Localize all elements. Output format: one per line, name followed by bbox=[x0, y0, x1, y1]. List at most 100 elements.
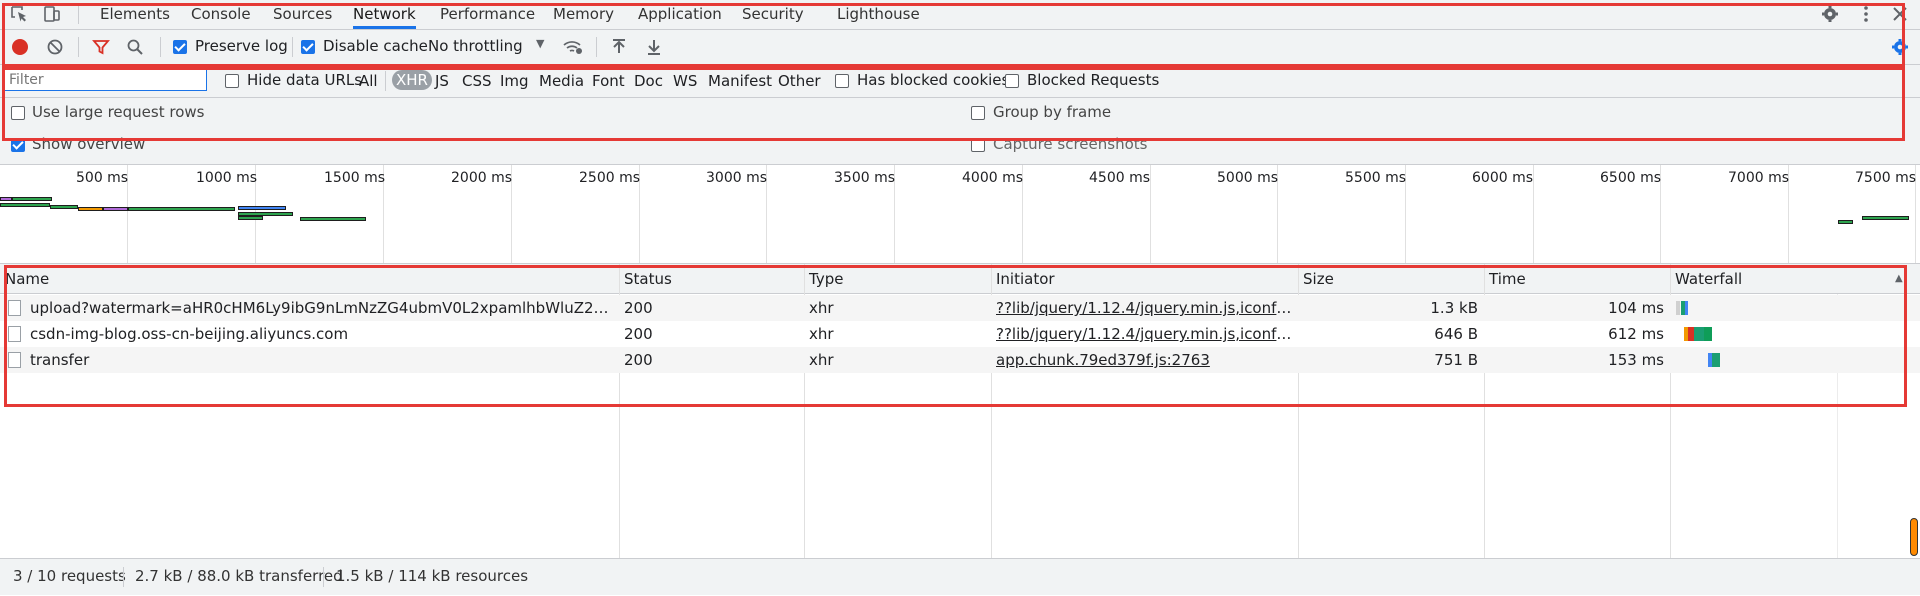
has-blocked-cookies-checkbox[interactable] bbox=[835, 74, 849, 88]
overview-tick-label: 7500 ms bbox=[1855, 170, 1917, 186]
overview-request-bar bbox=[103, 207, 128, 211]
overview-tick-label: 7000 ms bbox=[1728, 170, 1790, 186]
large-request-rows-checkbox[interactable] bbox=[11, 106, 25, 120]
overview-tick-label: 5500 ms bbox=[1345, 170, 1407, 186]
overview-tick-label: 4500 ms bbox=[1089, 170, 1151, 186]
overview-request-bar bbox=[12, 197, 52, 201]
network-settings-gear-icon[interactable] bbox=[1890, 38, 1910, 60]
import-har-upload-icon[interactable] bbox=[610, 38, 628, 60]
vertical-scrollbar-thumb[interactable] bbox=[1910, 518, 1918, 556]
overview-tick-label: 500 ms bbox=[76, 170, 129, 186]
request-time: 104 ms bbox=[1608, 299, 1664, 317]
column-header-type[interactable]: Type bbox=[804, 264, 991, 294]
blocked-requests-label: Blocked Requests bbox=[1027, 71, 1160, 89]
overview-request-bar bbox=[238, 216, 263, 220]
more-options-icon[interactable] bbox=[1856, 5, 1876, 23]
inspect-element-icon[interactable] bbox=[10, 5, 30, 23]
column-header-waterfall[interactable]: Waterfall bbox=[1670, 264, 1920, 294]
request-time: 153 ms bbox=[1608, 351, 1664, 369]
column-header-status[interactable]: Status bbox=[619, 264, 804, 294]
table-row[interactable]: transfer 200 xhr app.chunk.79ed379f.js:2… bbox=[0, 347, 1920, 373]
overview-tick-label: 3000 ms bbox=[706, 170, 768, 186]
column-header-time[interactable]: Time bbox=[1484, 264, 1670, 294]
type-filter-manifest[interactable]: Manifest bbox=[708, 72, 772, 90]
type-filter-css[interactable]: CSS bbox=[462, 72, 492, 90]
overview-request-bar bbox=[1862, 216, 1909, 220]
tab-console[interactable]: Console bbox=[191, 0, 251, 29]
record-icon[interactable] bbox=[12, 39, 28, 55]
type-filter-js[interactable]: JS bbox=[435, 72, 449, 90]
tab-performance[interactable]: Performance bbox=[440, 0, 535, 29]
disable-cache-checkbox[interactable] bbox=[301, 40, 315, 54]
tab-memory[interactable]: Memory bbox=[553, 0, 614, 29]
tab-lighthouse[interactable]: Lighthouse bbox=[837, 0, 920, 29]
group-by-frame-checkbox[interactable] bbox=[971, 106, 985, 120]
group-by-frame-label: Group by frame bbox=[993, 103, 1112, 121]
request-file-icon bbox=[8, 300, 21, 316]
overview-request-bar bbox=[300, 217, 366, 221]
column-header-initiator[interactable]: Initiator bbox=[991, 264, 1298, 294]
search-icon[interactable] bbox=[126, 38, 144, 60]
column-header-name[interactable]: Name bbox=[0, 264, 619, 294]
close-devtools-icon[interactable] bbox=[1890, 5, 1910, 23]
waterfall-segment-waiting bbox=[1712, 353, 1720, 367]
status-separator bbox=[123, 567, 124, 587]
blocked-requests-checkbox[interactable] bbox=[1005, 74, 1019, 88]
device-toolbar-icon[interactable] bbox=[42, 5, 62, 23]
overview-request-bar bbox=[238, 206, 286, 210]
tab-application[interactable]: Application bbox=[638, 0, 722, 29]
transferred-size: 2.7 kB / 88.0 kB transferred bbox=[135, 567, 343, 585]
capture-screenshots-checkbox[interactable] bbox=[971, 138, 985, 152]
overview-request-bar bbox=[78, 207, 103, 211]
throttling-dropdown-arrow-icon[interactable]: ▼ bbox=[536, 37, 544, 50]
settings-gear-icon[interactable] bbox=[1820, 5, 1840, 23]
request-size: 646 B bbox=[1434, 325, 1478, 343]
type-filter-doc[interactable]: Doc bbox=[634, 72, 663, 90]
request-status: 200 bbox=[624, 351, 653, 369]
large-request-rows-label: Use large request rows bbox=[32, 103, 205, 121]
network-toolbar: Preserve log Disable cache No throttling… bbox=[0, 30, 1920, 65]
request-count: 3 / 10 requests bbox=[13, 567, 126, 585]
export-har-download-icon[interactable] bbox=[645, 38, 663, 60]
tab-sources[interactable]: Sources bbox=[273, 0, 332, 29]
type-filter-all[interactable]: All bbox=[359, 72, 378, 90]
request-initiator-link[interactable]: app.chunk.79ed379f.js:2763 bbox=[991, 347, 1298, 373]
overview-tick-line bbox=[1150, 165, 1151, 263]
filter-input[interactable] bbox=[4, 69, 207, 91]
has-blocked-cookies-label: Has blocked cookies bbox=[857, 71, 1010, 89]
type-filter-ws[interactable]: WS bbox=[673, 72, 697, 90]
request-file-icon bbox=[8, 352, 21, 368]
network-overview[interactable]: 500 ms 1000 ms 1500 ms 2000 ms 2500 ms 3… bbox=[0, 165, 1920, 264]
waterfall-segment-download bbox=[1704, 327, 1712, 341]
tab-security[interactable]: Security bbox=[742, 0, 804, 29]
type-filter-media[interactable]: Media bbox=[539, 72, 584, 90]
table-row[interactable]: csdn-img-blog.oss-cn-beijing.aliyuncs.co… bbox=[0, 321, 1920, 347]
filter-funnel-icon[interactable] bbox=[92, 38, 110, 60]
tab-elements[interactable]: Elements bbox=[100, 0, 170, 29]
type-filter-xhr[interactable]: XHR bbox=[392, 70, 432, 90]
request-initiator-link[interactable]: ??lib/jquery/1.12.4/jquery.min.js,iconfo… bbox=[991, 295, 1298, 321]
request-initiator-link[interactable]: ??lib/jquery/1.12.4/jquery.min.js,iconfo… bbox=[991, 321, 1298, 347]
type-filter-other[interactable]: Other bbox=[778, 72, 821, 90]
throttling-select[interactable]: No throttling bbox=[428, 37, 523, 55]
overview-tick-label: 3500 ms bbox=[834, 170, 896, 186]
type-filter-img[interactable]: Img bbox=[500, 72, 529, 90]
status-separator bbox=[323, 567, 324, 587]
overview-request-bar bbox=[0, 203, 50, 207]
hide-data-urls-checkbox[interactable] bbox=[225, 74, 239, 88]
preserve-log-checkbox[interactable] bbox=[173, 40, 187, 54]
sort-ascending-icon[interactable]: ▲ bbox=[1895, 273, 1903, 284]
overview-request-bar bbox=[128, 207, 235, 211]
table-row[interactable]: upload?watermark=aHR0cHM6Ly9ibG9nLmNzZG4… bbox=[0, 295, 1920, 321]
resources-size: 1.5 kB / 114 kB resources bbox=[336, 567, 529, 585]
waterfall-segment-download bbox=[1685, 301, 1688, 315]
type-filter-font[interactable]: Font bbox=[592, 72, 625, 90]
request-size: 751 B bbox=[1434, 351, 1478, 369]
overview-request-bar bbox=[1838, 220, 1853, 224]
overview-request-bar bbox=[50, 205, 78, 209]
column-header-size[interactable]: Size bbox=[1298, 264, 1484, 294]
show-overview-checkbox[interactable] bbox=[11, 138, 25, 152]
network-conditions-wifi-icon[interactable] bbox=[562, 38, 584, 60]
tab-network[interactable]: Network bbox=[353, 0, 416, 29]
clear-icon[interactable] bbox=[46, 38, 64, 60]
